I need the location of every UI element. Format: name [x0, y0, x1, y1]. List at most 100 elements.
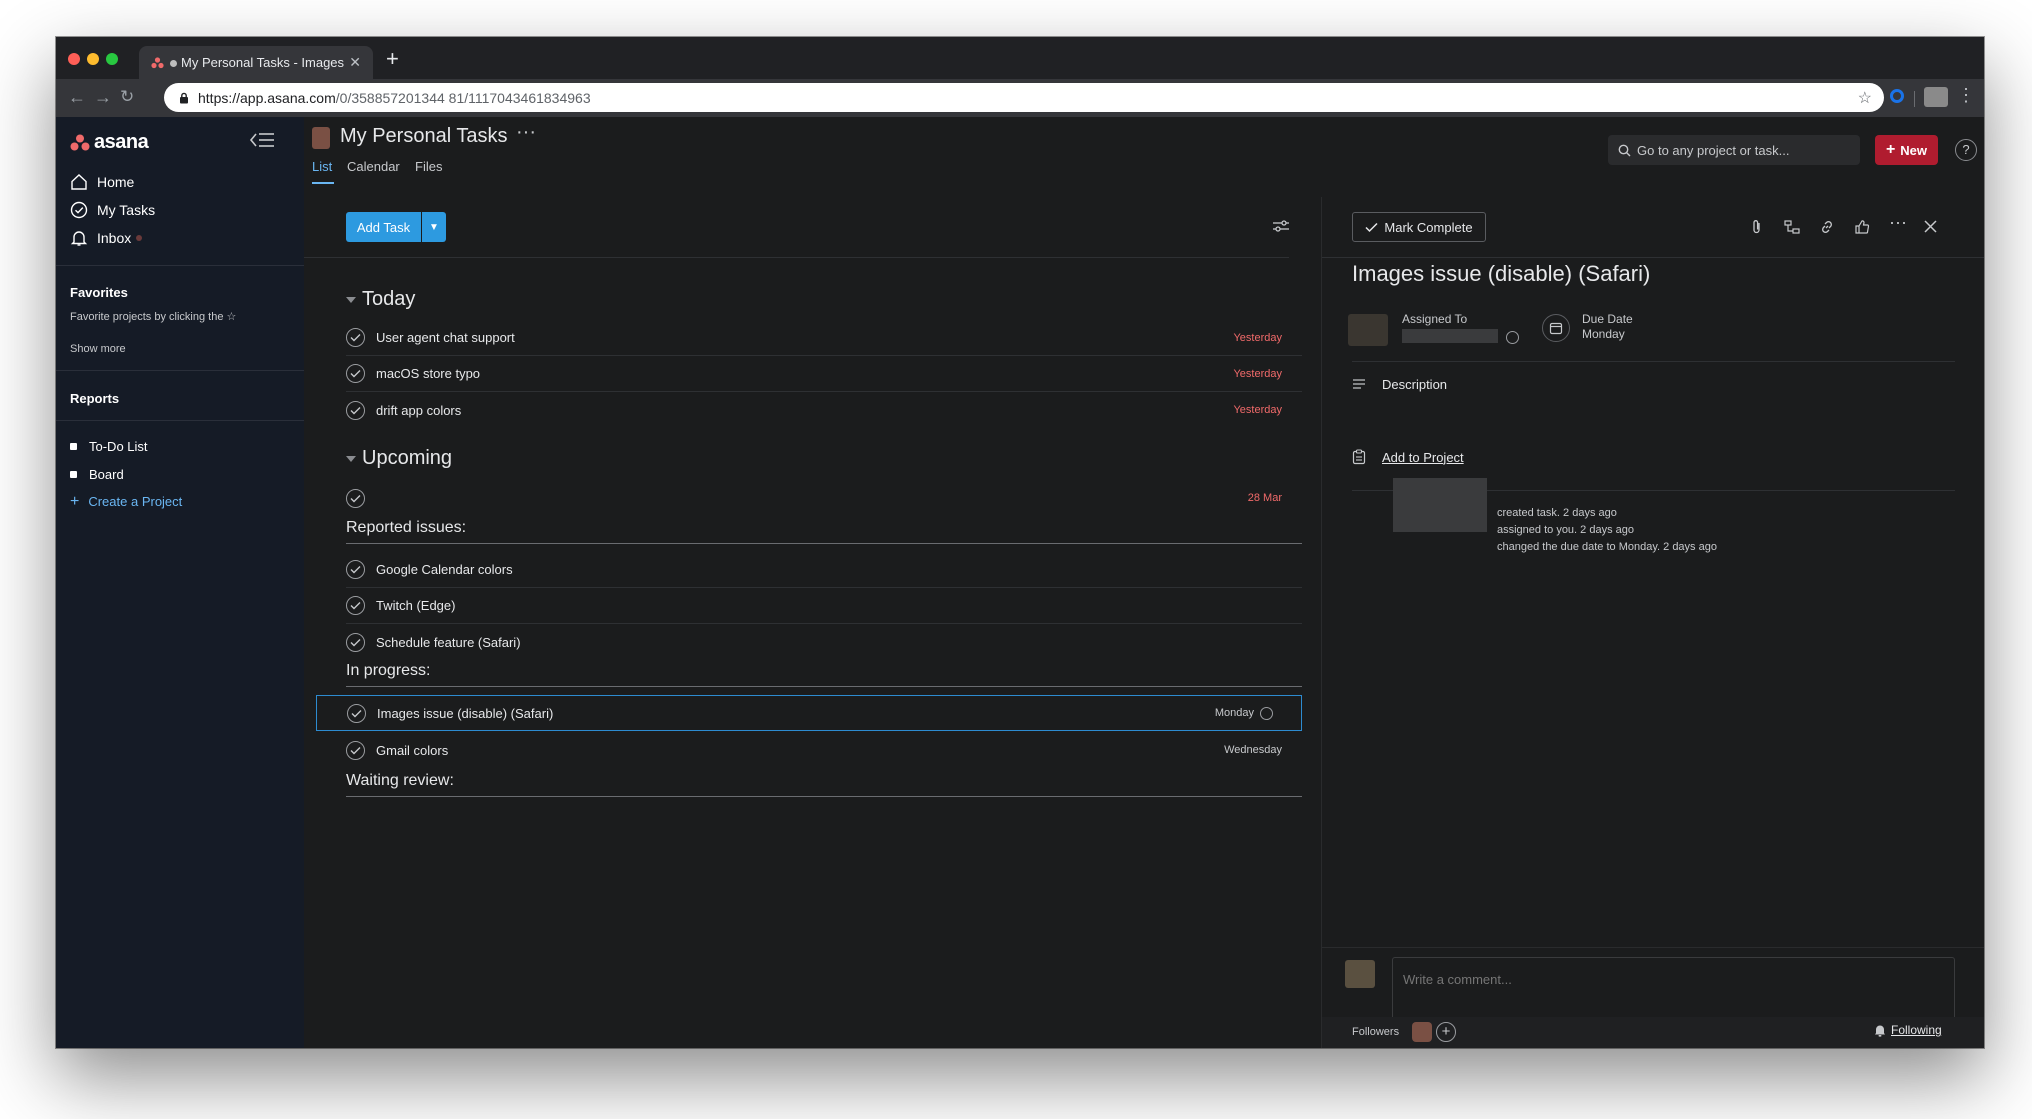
subsection-waiting-review[interactable]: Waiting review:: [346, 772, 1302, 797]
complete-checkbox[interactable]: [347, 703, 366, 723]
tab-calendar[interactable]: Calendar: [347, 159, 400, 174]
subtask-icon[interactable]: [1784, 219, 1800, 235]
add-to-project-field[interactable]: Add to Project: [1352, 442, 1955, 472]
remove-assignee-icon[interactable]: [1506, 331, 1519, 344]
search-bar[interactable]: Go to any project or task...: [1608, 135, 1860, 165]
complete-checkbox[interactable]: [346, 632, 365, 652]
new-tab-button[interactable]: +: [386, 46, 399, 72]
tab-title: My Personal Tasks - Images: [181, 55, 345, 70]
task-due-date[interactable]: Monday: [1215, 707, 1254, 719]
minimize-window-button[interactable]: [87, 53, 99, 65]
task-row[interactable]: User agent chat support Yesterday: [346, 320, 1302, 356]
attachment-icon[interactable]: [1750, 219, 1764, 235]
task-row[interactable]: drift app colors Yesterday: [346, 392, 1302, 428]
reports-heading[interactable]: Reports: [70, 391, 119, 406]
task-row-selected[interactable]: Images issue (disable) (Safari) Monday: [316, 695, 1302, 731]
task-name[interactable]: Twitch (Edge): [376, 598, 1302, 613]
follower-avatar[interactable]: [1412, 1022, 1432, 1042]
assignee-circle-icon[interactable]: [1260, 706, 1273, 720]
project-label: Board: [89, 467, 124, 482]
extension-icon[interactable]: [1890, 89, 1904, 103]
mark-complete-button[interactable]: Mark Complete: [1352, 212, 1486, 242]
reload-icon[interactable]: ↻: [120, 87, 134, 107]
complete-checkbox[interactable]: [346, 596, 365, 615]
help-button[interactable]: ?: [1955, 139, 1977, 161]
task-list-panel: Add Task ▼ Today User agent chat support…: [304, 197, 1302, 1048]
bookmark-star-icon[interactable]: ☆: [1858, 88, 1872, 108]
task-due-date[interactable]: Yesterday: [1233, 332, 1282, 344]
address-bar[interactable]: https://app.asana.com/0/358857201344 81/…: [164, 83, 1884, 112]
following-toggle[interactable]: Following: [1874, 1023, 1942, 1037]
complete-checkbox[interactable]: [346, 328, 365, 347]
tab-list[interactable]: List: [312, 159, 334, 184]
create-project-link[interactable]: + Create a Project: [70, 493, 182, 509]
complete-checkbox[interactable]: [346, 364, 365, 383]
sidebar-project-board[interactable]: Board: [70, 467, 124, 482]
back-icon[interactable]: ←: [68, 87, 86, 108]
task-row[interactable]: Google Calendar colors: [346, 552, 1302, 588]
task-due-date[interactable]: 28 Mar: [1248, 492, 1282, 504]
sidebar-project-todo-list[interactable]: To-Do List: [70, 439, 148, 454]
task-due-date[interactable]: Yesterday: [1233, 404, 1282, 416]
browser-menu-icon[interactable]: ⋮: [1957, 85, 1975, 106]
filter-icon[interactable]: [1272, 219, 1290, 233]
sidebar-divider: [56, 420, 304, 421]
tab-files[interactable]: Files: [415, 159, 442, 174]
task-row[interactable]: Schedule feature (Safari): [346, 624, 1302, 660]
clipboard-icon: [1352, 449, 1366, 465]
check-icon: [350, 602, 361, 610]
link-icon[interactable]: [1819, 219, 1835, 235]
detail-toolbar-divider: [1322, 257, 1984, 258]
profile-avatar[interactable]: [1924, 87, 1948, 107]
complete-checkbox[interactable]: [346, 488, 365, 508]
close-window-button[interactable]: [68, 53, 80, 65]
subsection-in-progress[interactable]: In progress:: [346, 662, 1302, 687]
task-due-date[interactable]: Wednesday: [1224, 744, 1282, 756]
bell-icon: [1875, 1025, 1885, 1037]
add-follower-button[interactable]: +: [1436, 1022, 1456, 1042]
complete-checkbox[interactable]: [346, 560, 365, 579]
url-domain: https://app.asana.com: [198, 89, 336, 106]
task-row[interactable]: Gmail colors Wednesday: [346, 732, 1302, 768]
more-options-icon[interactable]: ···: [1889, 212, 1907, 233]
complete-checkbox[interactable]: [346, 740, 365, 760]
task-title[interactable]: Images issue (disable) (Safari): [1352, 261, 1650, 287]
sidebar-item-home[interactable]: Home: [70, 173, 134, 191]
complete-checkbox[interactable]: [346, 400, 365, 420]
maximize-window-button[interactable]: [106, 53, 118, 65]
subsection-reported-issues[interactable]: Reported issues:: [346, 519, 1302, 544]
show-more-link[interactable]: Show more: [70, 343, 126, 355]
like-icon[interactable]: [1854, 219, 1870, 235]
task-name[interactable]: User agent chat support: [376, 330, 1233, 345]
close-icon[interactable]: [1924, 220, 1937, 233]
forward-icon[interactable]: →: [94, 87, 112, 108]
task-due-date[interactable]: Yesterday: [1233, 368, 1282, 380]
new-button[interactable]: + New: [1875, 135, 1938, 165]
add-task-button[interactable]: Add Task: [346, 212, 421, 242]
task-name[interactable]: Google Calendar colors: [376, 562, 1302, 577]
sidebar-item-inbox[interactable]: Inbox: [70, 229, 143, 247]
lock-icon: [180, 92, 188, 103]
collapse-sidebar-icon[interactable]: [248, 131, 276, 149]
assignee-name-redacted[interactable]: [1402, 329, 1498, 343]
project-more-button[interactable]: ···: [516, 121, 536, 144]
task-name[interactable]: Schedule feature (Safari): [376, 635, 1302, 650]
task-row[interactable]: macOS store typo Yesterday: [346, 356, 1302, 392]
task-name[interactable]: drift app colors: [376, 403, 1233, 418]
task-row[interactable]: Twitch (Edge): [346, 588, 1302, 624]
section-upcoming[interactable]: Upcoming: [346, 447, 452, 470]
due-date-value[interactable]: Monday: [1582, 327, 1625, 341]
section-today[interactable]: Today: [346, 288, 415, 311]
task-name[interactable]: Images issue (disable) (Safari): [377, 706, 1215, 721]
task-row[interactable]: 28 Mar: [346, 480, 1302, 516]
browser-tab[interactable]: My Personal Tasks - Images ✕: [139, 46, 373, 79]
sidebar-item-my-tasks[interactable]: My Tasks: [70, 201, 155, 219]
assignee-avatar[interactable]: [1348, 314, 1388, 346]
add-task-dropdown-button[interactable]: ▼: [422, 212, 446, 242]
asana-logo[interactable]: asana: [70, 131, 149, 154]
close-tab-icon[interactable]: ✕: [349, 54, 361, 71]
task-name[interactable]: Gmail colors: [376, 743, 1224, 758]
task-name[interactable]: macOS store typo: [376, 366, 1233, 381]
description-field[interactable]: Description: [1352, 369, 1955, 399]
due-date-button[interactable]: [1542, 314, 1570, 342]
